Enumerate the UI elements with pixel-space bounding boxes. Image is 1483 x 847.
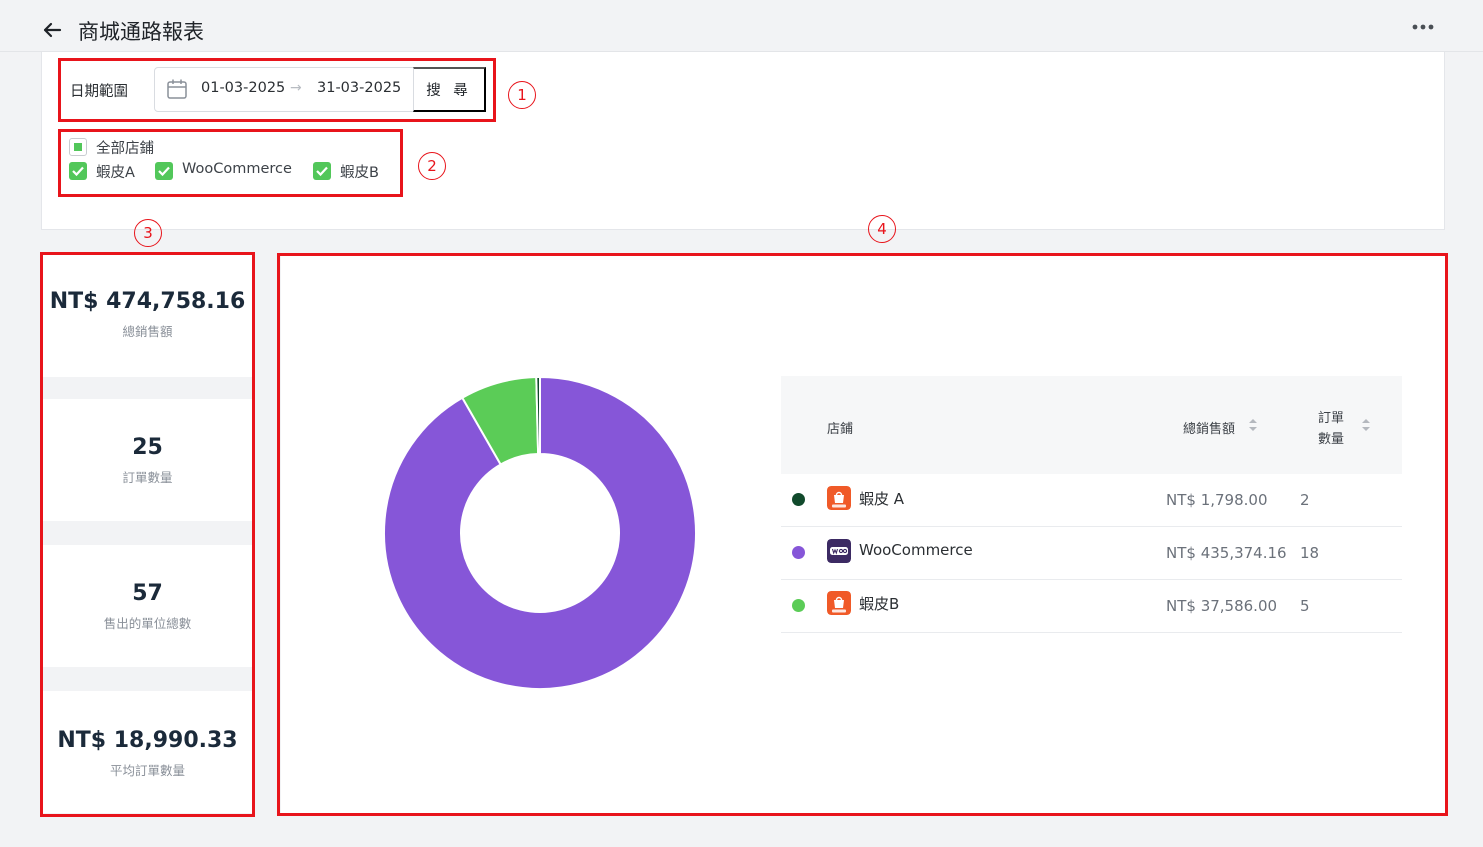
page-header: 商城通路報表	[0, 0, 1483, 52]
back-arrow-icon[interactable]	[40, 18, 64, 42]
annotation-box-2	[58, 129, 403, 197]
annotation-box-4	[277, 253, 1448, 816]
annotation-marker-2: 2	[418, 152, 446, 180]
more-options-icon[interactable]	[1408, 18, 1438, 36]
annotation-marker-3: 3	[134, 219, 162, 247]
annotation-marker-1: 1	[508, 81, 536, 109]
annotation-box-1	[58, 58, 496, 122]
page-title: 商城通路報表	[78, 20, 204, 44]
annotation-box-3	[40, 252, 255, 817]
annotation-marker-4: 4	[868, 215, 896, 243]
